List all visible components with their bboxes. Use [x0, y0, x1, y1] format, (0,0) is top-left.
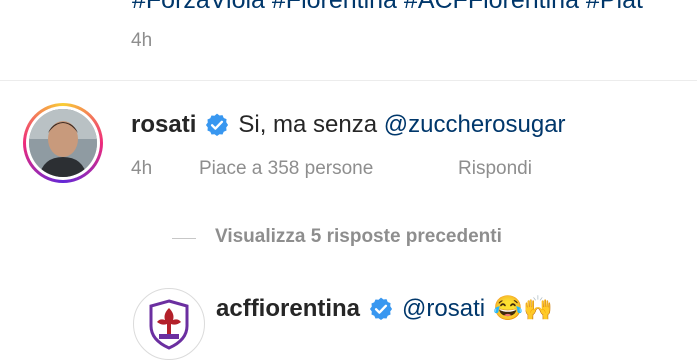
reply-button[interactable]: Rispondi [458, 158, 532, 180]
replies-divider-line [172, 238, 196, 239]
comment-text: Si, ma senza [238, 111, 384, 138]
comment-time: 4h [131, 158, 153, 179]
verified-badge-icon [206, 113, 229, 137]
reply-emoji: 😂🙌 [493, 295, 553, 322]
reply-line: acffiorentina @rosati 😂🙌 [216, 294, 553, 323]
previous-comment-hashtags[interactable]: #ForzaViola #Fiorentina #ACFFiorentina #… [132, 0, 643, 15]
divider [0, 80, 697, 81]
comment-username[interactable]: rosati [131, 111, 196, 139]
avatar [29, 109, 97, 177]
comment-mention-link[interactable]: @zuccherosugar [384, 111, 566, 138]
fiorentina-logo [149, 299, 189, 350]
comment-body: Si, ma senza @zuccherosugar [238, 111, 565, 139]
verified-badge-icon [369, 297, 393, 320]
acffiorentina-avatar[interactable] [133, 288, 205, 360]
rosati-avatar[interactable] [23, 103, 103, 183]
reply-username[interactable]: acffiorentina [216, 295, 360, 323]
previous-comment-time: 4h [131, 30, 153, 51]
comment-likes-link[interactable]: Piace a 358 persone [199, 158, 373, 180]
user-avatar-icon [29, 109, 97, 177]
view-previous-replies-button[interactable]: Visualizza 5 risposte precedenti [215, 226, 502, 248]
comment-line: rosati Si, ma senza @zuccherosugar [131, 111, 566, 139]
reply-mention-link[interactable]: @rosati [402, 295, 485, 323]
